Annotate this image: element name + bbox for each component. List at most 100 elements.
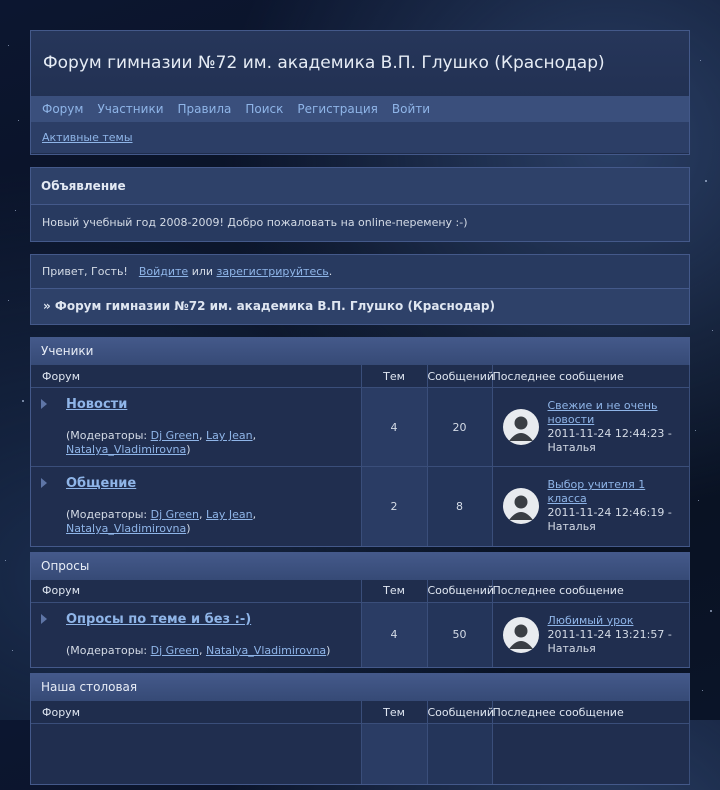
moderator-link[interactable]: Dj Green (151, 429, 199, 442)
last-post: Свежие и не очень новости 2011-11-24 12:4… (502, 399, 679, 455)
background-star (22, 400, 24, 402)
moderators-label: (Модераторы: (66, 429, 148, 442)
category-list: Ученики Форум Тем Сообщений Последнее сообще… (30, 337, 690, 785)
user-avatar-icon (502, 488, 539, 525)
forum-table: Форум Тем Сообщений Последнее сообщение Опро… (31, 579, 690, 667)
last-post-author: Наталья (547, 641, 596, 655)
column-header-topics: Тем (361, 365, 428, 388)
forum-cell (427, 723, 493, 784)
forum-row (31, 723, 690, 784)
nav-members[interactable]: Участники (90, 102, 170, 116)
column-header-forum: Форум (31, 365, 362, 388)
forum-cell: Общение (Модераторы: Dj Green, Lay Jean, … (31, 466, 362, 546)
register-link[interactable]: зарегистрируйтесь (217, 265, 329, 278)
background-star (712, 330, 713, 331)
last-post-info: Свежие и не очень новости 2011-11-24 12:4… (548, 399, 679, 455)
moderator-link[interactable]: Dj Green (151, 644, 199, 657)
last-post-cell: Свежие и не очень новости 2011-11-24 12:4… (492, 387, 690, 467)
announcement-title: Объявление (31, 168, 689, 205)
last-post-link[interactable]: Любимый урок (548, 614, 634, 627)
forum-title-link[interactable]: Общение (66, 476, 353, 491)
column-header-last-post: Последнее сообщение (492, 579, 690, 602)
nav-login[interactable]: Войти (385, 102, 437, 116)
forum-title-link[interactable]: Новости (66, 397, 353, 412)
background-star (702, 690, 703, 691)
topic-count: 4 (361, 387, 428, 467)
forum-table: Форум Тем Сообщений Последнее сообщение Ново… (31, 365, 690, 546)
forum-status-icon (41, 399, 47, 409)
topic-count: 2 (361, 466, 428, 546)
moderators-label: (Модераторы: (66, 643, 148, 657)
page-wrapper: Форум гимназии №72 им. академика В.П. Гл… (30, 30, 690, 790)
background-star (695, 430, 696, 431)
forum-cell: Опросы по теме и без :-) (Модераторы: Dj … (31, 601, 362, 667)
last-post-cell: Выбор учителя 1 класса 2011-11-24 12:46:1… (492, 466, 690, 546)
user-avatar-icon (502, 616, 539, 653)
moderator-link[interactable]: Natalya_Vladimirovna (66, 443, 186, 456)
forum-cell (361, 723, 428, 784)
last-post-info: Любимый урок 2011-11-24 13:21:57 - Наталья (548, 614, 672, 656)
moderator-link[interactable]: Natalya_Vladimirovna (66, 522, 186, 535)
background-star (5, 560, 6, 561)
post-count: 50 (427, 601, 493, 667)
forum-category: Ученики Форум Тем Сообщений Последнее сообще… (30, 337, 690, 547)
main-nav: Форум Участники Правила Поиск Регистраци… (31, 96, 689, 122)
forum-table: Форум Тем Сообщений Последнее сообщение (31, 701, 690, 784)
nav-forum[interactable]: Форум (35, 102, 90, 116)
background-star (700, 60, 701, 61)
login-link[interactable]: Войдите (139, 265, 188, 278)
background-star (705, 180, 707, 182)
category-title: Наша столовая (31, 674, 689, 701)
last-post: Любимый урок 2011-11-24 13:21:57 - Наталья (502, 614, 679, 656)
topic-count: 4 (361, 601, 428, 667)
nav-register[interactable]: Регистрация (290, 102, 384, 116)
moderators-label: (Модераторы: (66, 508, 148, 521)
last-post-author: Наталья (547, 441, 596, 454)
forum-row: Новости (Модераторы: Dj Green, Lay Jean, … (31, 387, 690, 467)
moderator-link[interactable]: Natalya_Vladimirovna (206, 644, 326, 657)
forum-row: Общение (Модераторы: Dj Green, Lay Jean, … (31, 466, 690, 546)
background-star (15, 210, 16, 211)
or-text: или (191, 265, 214, 278)
background-star (8, 300, 9, 301)
forum-category: Наша столовая Форум Тем Сообщений Последнее … (30, 673, 690, 785)
last-post-link[interactable]: Свежие и не очень новости (548, 399, 658, 426)
forum-cell (492, 723, 690, 784)
moderator-link[interactable]: Lay Jean (206, 429, 253, 442)
last-post-link[interactable]: Выбор учителя 1 класса (548, 478, 646, 505)
column-header-topics: Тем (361, 579, 428, 602)
guest-greeting: Привет, Гость! (42, 265, 128, 278)
background-star (18, 120, 19, 121)
breadcrumb: » Форум гимназии №72 им. академика В.П. … (31, 289, 689, 324)
last-post-date: 2011-11-24 12:44:23 - (547, 427, 672, 440)
forum-header: Форум гимназии №72 им. академика В.П. Гл… (30, 30, 690, 155)
announcement-box: Объявление Новый учебный год 2008-2009! … (30, 167, 690, 242)
last-post-cell: Любимый урок 2011-11-24 13:21:57 - Наталья (492, 601, 690, 667)
moderator-link[interactable]: Dj Green (151, 508, 199, 521)
welcome-line: Привет, Гость! Войдите или зарегистрируй… (31, 255, 689, 289)
last-post: Выбор учителя 1 класса 2011-11-24 12:46:1… (502, 478, 679, 534)
column-header-posts: Сообщений (427, 701, 494, 724)
forum-row: Опросы по теме и без :-) (Модераторы: Dj … (31, 601, 690, 667)
announcement-text: Новый учебный год 2008-2009! Добро пожал… (42, 216, 468, 229)
forum-status-icon (41, 613, 47, 624)
forum-category: Опросы Форум Тем Сообщений Последнее сообщен… (30, 551, 690, 668)
background-star (8, 45, 9, 46)
nav-rules[interactable]: Правила (171, 102, 239, 116)
column-header-last-post: Последнее сообщение (492, 701, 690, 724)
last-post-author: Наталья (547, 520, 596, 534)
moderators: (Модераторы: Dj Green, Natalya_Vladimiro… (66, 643, 331, 657)
last-post-date: 2011-11-24 12:46:19 - (547, 506, 672, 520)
background-star (710, 610, 712, 612)
period-text: . (328, 265, 333, 278)
column-header-posts: Сообщений (427, 365, 494, 388)
post-count: 20 (427, 387, 493, 467)
column-header-last-post: Последнее сообщение (492, 365, 690, 388)
column-header-forum: Форум (31, 579, 362, 602)
active-topics-link[interactable]: Активные темы (42, 131, 133, 144)
moderator-link[interactable]: Lay Jean (206, 508, 253, 521)
background-star (12, 650, 13, 651)
nav-search[interactable]: Поиск (238, 102, 290, 116)
column-header-topics: Тем (361, 701, 428, 724)
forum-title-link[interactable]: Опросы по теме и без :-) (66, 612, 353, 627)
